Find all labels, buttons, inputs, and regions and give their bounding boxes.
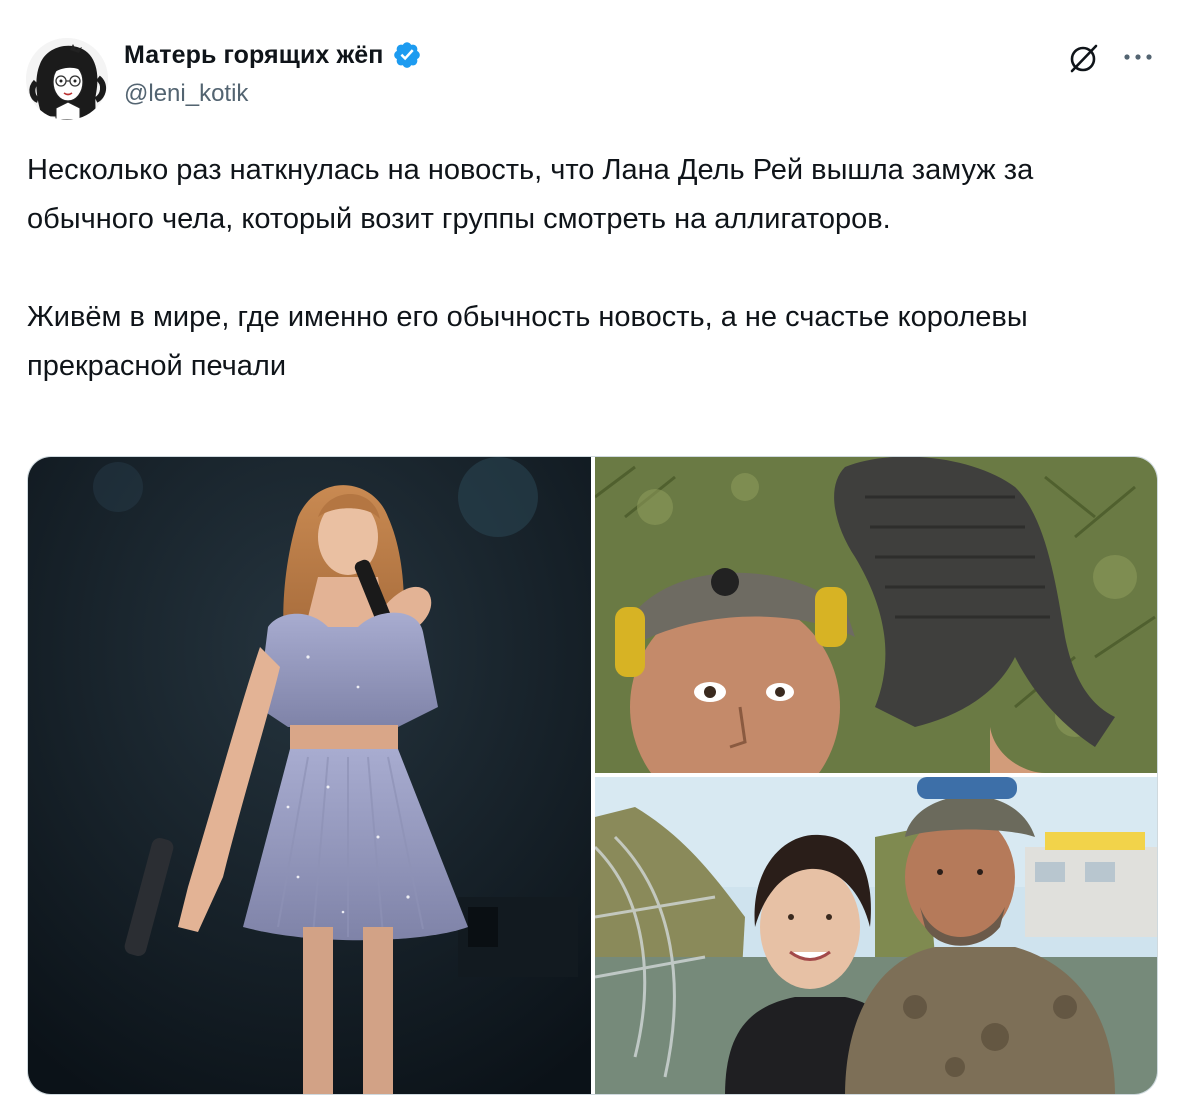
media-grid [27, 456, 1158, 1095]
author-avatar[interactable] [26, 38, 108, 120]
author-name-row: Матерь горящих жёп [124, 40, 422, 70]
photo-singer-on-stage[interactable] [28, 457, 591, 1094]
tweet-paragraph-1: Несколько раз наткнулась на новость, что… [27, 154, 1034, 235]
photo-man-with-alligator[interactable] [595, 457, 1157, 773]
tweet-card: Матерь горящих жёп @leni_kotik Несколько… [0, 0, 1182, 1116]
photo-couple-outdoors[interactable] [595, 777, 1157, 1094]
author-handle[interactable]: @leni_kotik [124, 80, 248, 108]
more-horizontal-icon[interactable] [1118, 40, 1158, 74]
author-display-name[interactable]: Матерь горящих жёп [124, 41, 384, 70]
tweet-text: Несколько раз наткнулась на новость, что… [27, 146, 1147, 391]
grok-slash-circle-icon[interactable] [1066, 42, 1100, 76]
avatar-illustration-icon [26, 38, 108, 120]
tweet-paragraph-2: Живём в мире, где именно его обычность н… [27, 301, 1028, 382]
verified-badge-icon [392, 40, 422, 70]
